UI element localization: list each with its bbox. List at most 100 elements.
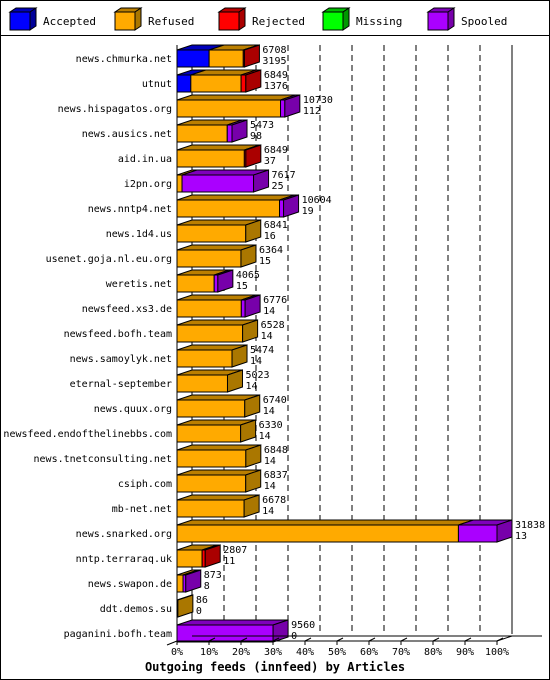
legend-label-accepted: Accepted [43, 15, 96, 28]
y-tick-label: newsfeed.bofh.team [64, 329, 172, 340]
data-label-secondary: 14 [245, 381, 257, 392]
bar-segment-refused [176, 374, 228, 393]
y-tick-label: aid.in.ua [118, 154, 172, 165]
bar-segment-spooled [181, 174, 255, 193]
legend-swatch-side [29, 7, 37, 31]
x-tick-label: 90% [456, 647, 474, 658]
x-tick-label: 30% [264, 647, 282, 658]
data-label-secondary: 112 [303, 106, 321, 117]
bar-segment-refused [190, 74, 242, 93]
x-tick-label: 0% [171, 647, 183, 658]
legend-swatch-rejected [218, 11, 240, 31]
data-label-total: 31838 [515, 520, 545, 531]
legend-items: Accepted Refused Rejected Missing Spooled [8, 7, 507, 31]
x-tick-label: 50% [328, 647, 346, 658]
bars: 6708319568491376107301125473986849377617… [176, 44, 545, 643]
data-label-total: 10730 [303, 95, 333, 106]
y-axis-labels: news.chmurka.net utnut news.hispagatos.org… [3, 54, 172, 640]
x-tick-label: 20% [232, 647, 250, 658]
bar-segment-refused [176, 349, 233, 368]
bar-top-refused [176, 194, 295, 201]
legend-swatch-side [238, 7, 246, 31]
y-tick-label: news.chmurka.net [76, 54, 172, 65]
data-label-total: 873 [204, 570, 222, 581]
data-label-secondary: 14 [259, 431, 271, 442]
legend-label-refused: Refused [148, 15, 194, 28]
y-tick-label: utnut [142, 79, 172, 90]
legend-swatch-side [342, 7, 350, 31]
data-label-secondary: 14 [263, 406, 275, 417]
data-label-total: 6837 [264, 470, 288, 481]
data-label-total: 6849 [264, 145, 288, 156]
bar-segment-spooled [457, 524, 498, 543]
x-tick-label: 70% [392, 647, 410, 658]
bar-segment-refused [176, 499, 245, 518]
data-label-total: 6330 [259, 420, 283, 431]
y-tick-label: eternal-september [70, 379, 172, 390]
data-label-total: 6528 [261, 320, 285, 331]
bar-chart: Accepted Refused Rejected Missing Spooled 67… [3, 7, 545, 674]
x-axis-depth-left [166, 640, 178, 646]
bar-segment-refused [176, 99, 282, 118]
y-tick-label: usenet.goja.nl.eu.org [46, 254, 172, 265]
legend-swatch-refused [114, 11, 136, 31]
legend-swatch-spooled [427, 11, 449, 31]
y-tick-label: csiph.com [118, 479, 172, 490]
data-label-total: 6849 [264, 70, 288, 81]
legend-swatch-accepted [9, 11, 31, 31]
data-label-total: 6740 [263, 395, 287, 406]
data-label-total: 6841 [264, 220, 288, 231]
legend-label-spooled: Spooled [461, 15, 507, 28]
legend-label-rejected: Rejected [252, 15, 305, 28]
bar-segment-refused [176, 449, 247, 468]
bar-segment-refused [176, 149, 245, 168]
bar-segment-rejected [240, 74, 247, 93]
data-label-total: 6848 [264, 445, 288, 456]
bar-segment-refused [176, 399, 246, 418]
y-tick-label: mb-net.net [112, 504, 172, 515]
x-tick-label: 40% [296, 647, 314, 658]
bar-segment-spooled [226, 124, 233, 143]
y-tick-label: news.hispagatos.org [58, 104, 172, 115]
bar-segment-refused [176, 549, 203, 568]
data-label-secondary: 1376 [264, 81, 288, 92]
bar-segment-refused [176, 274, 215, 293]
data-label-secondary: 15 [236, 281, 248, 292]
data-label-secondary: 11 [223, 556, 235, 567]
legend-swatch-missing [322, 11, 344, 31]
y-tick-label: news.quux.org [94, 404, 172, 415]
bar-segment-refused [176, 224, 247, 243]
data-label-secondary: 14 [264, 481, 276, 492]
bar-side-refused [177, 594, 194, 618]
bar-top-refused [176, 94, 296, 101]
bar-segment-refused [176, 524, 459, 543]
legend-label-missing: Missing [356, 15, 402, 28]
x-tick-label: 80% [424, 647, 442, 658]
bar-top-refused [176, 519, 474, 526]
bar-segment-accepted [176, 74, 192, 93]
bar-segment-refused [176, 424, 242, 443]
data-label-secondary: 19 [302, 206, 314, 217]
y-tick-label: news.ausics.net [82, 129, 172, 140]
data-label-total: 5474 [250, 345, 274, 356]
bar-segment-spooled [213, 274, 219, 293]
bar-segment-spooled [280, 99, 286, 118]
data-label-total: 6708 [262, 45, 286, 56]
bar-segment-refused [176, 199, 281, 218]
y-tick-label: newsfeed.xs3.de [82, 304, 172, 315]
x-tick-label: 10% [200, 647, 218, 658]
data-label-total: 5023 [245, 370, 269, 381]
data-label-secondary: 98 [250, 131, 262, 142]
data-label-total: 6776 [263, 295, 287, 306]
legend-swatch-side [134, 7, 142, 31]
bar-segment-refused [176, 249, 242, 268]
legend-swatch-side [447, 7, 455, 31]
data-label-total: 7617 [272, 170, 296, 181]
data-label-total: 2807 [223, 545, 247, 556]
bar-segment-spooled [240, 299, 246, 318]
data-label-secondary: 14 [262, 506, 274, 517]
bar-segment-refused [176, 124, 228, 143]
data-label-secondary: 0 [196, 606, 202, 617]
data-label-total: 6678 [262, 495, 286, 506]
x-tick-label: 60% [360, 647, 378, 658]
